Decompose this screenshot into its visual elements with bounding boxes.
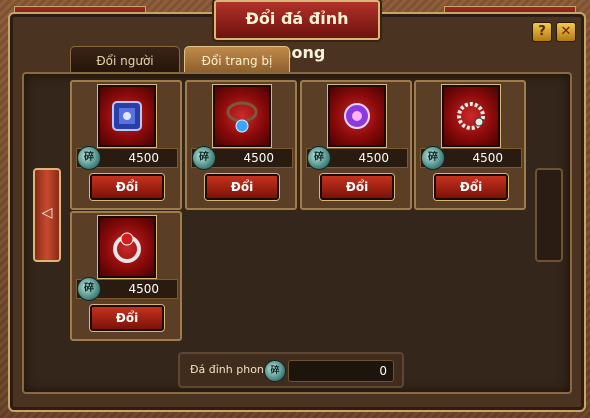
ring-icon[interactable]: [98, 216, 156, 278]
stone-coin-icon: 碎: [264, 360, 286, 382]
price-row: 碎 4500: [306, 146, 408, 170]
item-card: 碎 4500 Đổi: [414, 80, 526, 210]
stone-coin-icon: 碎: [421, 146, 445, 170]
item-price: 4500: [472, 151, 503, 165]
arrow-left-icon: ◁: [41, 205, 53, 221]
price-row: 碎 4500: [76, 277, 178, 301]
window-title: Đổi đá đỉnh phong: [214, 0, 380, 62]
close-icon[interactable]: ✕: [556, 22, 576, 42]
exchange-button[interactable]: Đổi: [205, 174, 279, 200]
stone-coin-icon: 碎: [192, 146, 216, 170]
bracelet-icon[interactable]: [442, 85, 500, 147]
item-card: 碎 4500 Đổi: [70, 80, 182, 210]
exchange-button[interactable]: Đổi: [90, 305, 164, 331]
stone-coin-icon: 碎: [77, 146, 101, 170]
tab-exchange-people[interactable]: Đổi người: [70, 46, 180, 75]
price-row: 碎 4500: [420, 146, 522, 170]
next-page-button[interactable]: [535, 168, 563, 262]
item-card: 碎 4500 Đổi: [300, 80, 412, 210]
item-price: 4500: [358, 151, 389, 165]
exchange-button[interactable]: Đổi: [434, 174, 508, 200]
stone-coin-icon: 碎: [77, 277, 101, 301]
item-price: 4500: [128, 151, 159, 165]
help-icon[interactable]: ?: [532, 22, 552, 42]
item-card: 碎 4500 Đổi: [185, 80, 297, 210]
item-price: 4500: [243, 151, 274, 165]
exchange-button[interactable]: Đổi: [320, 174, 394, 200]
item-card: 碎 4500 Đổi: [70, 211, 182, 341]
tab-exchange-equipment[interactable]: Đổi trang bị: [184, 46, 290, 75]
prev-page-button[interactable]: ◁: [33, 168, 61, 262]
armor-icon[interactable]: [98, 85, 156, 147]
currency-label: Đá đỉnh phong: [190, 363, 271, 376]
necklace-icon[interactable]: [213, 85, 271, 147]
stone-coin-icon: 碎: [307, 146, 331, 170]
price-row: 碎 4500: [76, 146, 178, 170]
item-price: 4500: [128, 282, 159, 296]
price-row: 碎 4500: [191, 146, 293, 170]
currency-footer: Đá đỉnh phong 碎 0: [178, 352, 404, 388]
currency-amount: 0: [379, 364, 387, 378]
amulet-icon[interactable]: [328, 85, 386, 147]
currency-amount-box: 0: [288, 360, 394, 382]
exchange-button[interactable]: Đổi: [90, 174, 164, 200]
